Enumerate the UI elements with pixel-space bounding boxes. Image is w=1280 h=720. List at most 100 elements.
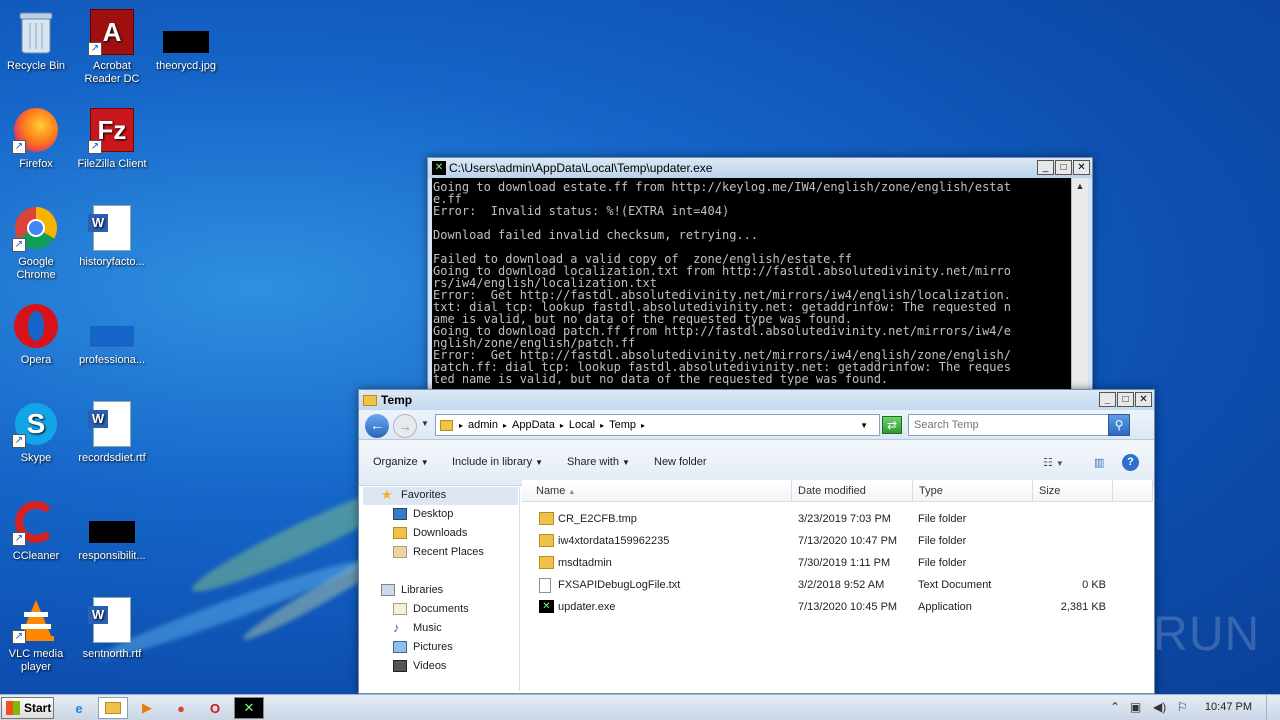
breadcrumb-item[interactable]: AppData: [512, 419, 555, 431]
taskbar-chrome-icon[interactable]: ●: [166, 697, 196, 719]
breadcrumb-item[interactable]: Local: [569, 419, 595, 431]
back-button[interactable]: ←: [365, 414, 389, 438]
file-name: iw4xtordata159962235: [558, 535, 670, 547]
refresh-button[interactable]: ⇄: [882, 416, 902, 434]
desktop-icon-recycle-bin[interactable]: Recycle Bin: [0, 8, 74, 73]
show-hidden-icons-icon[interactable]: ⌃: [1110, 700, 1120, 714]
desktop-icon-opera[interactable]: Opera: [0, 302, 74, 367]
address-bar: ← → ▼ ▸ admin ▸ AppData ▸ Local ▸ Temp ▸…: [359, 410, 1154, 440]
desktop-icon-recordsdiet[interactable]: W recordsdiet.rtf: [74, 400, 150, 465]
close-button[interactable]: ✕: [1135, 392, 1152, 407]
nav-downloads[interactable]: Downloads: [393, 527, 467, 539]
taskbar-media-player-icon[interactable]: ▶: [132, 697, 162, 719]
pictures-icon: [393, 641, 407, 653]
column-header-size[interactable]: Size: [1033, 480, 1113, 502]
address-dropdown-icon[interactable]: ▼: [860, 421, 868, 430]
desktop-icon-label: Firefox: [19, 158, 53, 170]
desktop-icon-label: Google Chrome: [16, 256, 56, 281]
column-header-date[interactable]: Date modified: [792, 480, 913, 502]
desktop-icon-chrome[interactable]: ↗ Google Chrome: [0, 204, 74, 282]
nav-pictures[interactable]: Pictures: [393, 641, 453, 653]
minimize-button[interactable]: _: [1099, 392, 1116, 407]
breadcrumb[interactable]: ▸ admin ▸ AppData ▸ Local ▸ Temp ▸ ▼: [435, 414, 880, 436]
preview-pane-icon[interactable]: ▥: [1094, 456, 1104, 469]
search-input[interactable]: [909, 415, 1104, 435]
anyrun-watermark: ANY RUN: [1038, 608, 1261, 661]
include-in-library-menu[interactable]: Include in library ▼: [452, 456, 543, 468]
console-titlebar[interactable]: ✕ C:\Users\admin\AppData\Local\Temp\upda…: [428, 158, 1092, 178]
action-center-flag-icon[interactable]: ⚐: [1177, 700, 1188, 714]
taskbar-opera-icon[interactable]: O: [200, 697, 230, 719]
nav-desktop[interactable]: Desktop: [393, 508, 453, 520]
nav-videos[interactable]: Videos: [393, 660, 446, 672]
explorer-window[interactable]: Temp _ □ ✕ ← → ▼ ▸ admin ▸ AppData ▸ Loc…: [358, 389, 1155, 694]
firefox-icon: ↗: [12, 106, 60, 154]
taskbar-console-icon[interactable]: ✕: [234, 697, 264, 719]
file-row[interactable]: iw4xtordata159962235 7/13/2020 10:47 PM …: [522, 530, 1152, 552]
acrobat-icon: A ↗: [88, 8, 136, 56]
recycle-bin-icon: [12, 8, 60, 56]
nav-libraries[interactable]: Libraries: [381, 584, 443, 596]
console-title: C:\Users\admin\AppData\Local\Temp\update…: [449, 161, 713, 175]
search-box[interactable]: ⚲: [908, 414, 1130, 436]
start-button[interactable]: Start: [1, 697, 54, 719]
column-header-extra[interactable]: [1113, 480, 1153, 502]
nav-recent-places[interactable]: Recent Places: [393, 546, 484, 558]
desktop-icon-label: Acrobat Reader DC: [84, 60, 140, 85]
desktop-icon-filezilla[interactable]: Fz ↗ FileZilla Client: [74, 106, 150, 171]
nav-documents[interactable]: Documents: [393, 603, 469, 615]
recent-pages-chevron-icon[interactable]: ▼: [421, 419, 429, 428]
maximize-button[interactable]: □: [1055, 160, 1072, 175]
music-icon: ♪: [393, 620, 400, 635]
desktop-icon-theorycd[interactable]: theorycd.jpg: [148, 8, 224, 73]
desktop-icon-professiona[interactable]: professiona...: [74, 302, 150, 367]
desktop-icon-acrobat[interactable]: A ↗ Acrobat Reader DC: [74, 8, 150, 86]
desktop-icon-label: recordsdiet.rtf: [78, 452, 146, 464]
desktop-icon-skype[interactable]: S ↗ Skype: [0, 400, 74, 465]
shortcut-arrow-icon: ↗: [12, 140, 26, 154]
search-icon[interactable]: ⚲: [1108, 414, 1130, 436]
scroll-up-arrow-icon[interactable]: ▲: [1072, 178, 1088, 194]
shortcut-arrow-icon: ↗: [12, 532, 26, 546]
nav-music[interactable]: ♪ Music: [393, 620, 442, 635]
show-desktop-button[interactable]: [1266, 695, 1280, 720]
file-name: msdtadmin: [558, 557, 612, 569]
text-file-icon: [539, 578, 551, 593]
maximize-button[interactable]: □: [1117, 392, 1134, 407]
file-row[interactable]: CR_E2CFB.tmp 3/23/2019 7:03 PM File fold…: [522, 508, 1152, 530]
taskbar-explorer-icon[interactable]: [98, 697, 128, 719]
nav-favorites[interactable]: ★ Favorites: [381, 488, 446, 501]
help-icon[interactable]: ?: [1122, 454, 1139, 471]
desktop-icon-responsibilit[interactable]: responsibilit...: [74, 498, 150, 563]
clock[interactable]: 10:47 PM: [1205, 701, 1252, 713]
desktop-icon-ccleaner[interactable]: ↗ CCleaner: [0, 498, 74, 563]
view-options-icon[interactable]: ☷ ▼: [1043, 456, 1064, 469]
console-window[interactable]: ✕ C:\Users\admin\AppData\Local\Temp\upda…: [427, 157, 1093, 392]
file-date: 3/23/2019 7:03 PM: [798, 513, 891, 525]
minimize-button[interactable]: _: [1037, 160, 1054, 175]
desktop-icon-vlc[interactable]: ↗ VLC media player: [0, 596, 74, 674]
windows-logo-icon: [6, 701, 20, 715]
console-output-area[interactable]: Going to download estate.ff from http://…: [432, 178, 1088, 391]
desktop-icon-historyfacto[interactable]: W historyfacto...: [74, 204, 150, 269]
file-row[interactable]: FXSAPIDebugLogFile.txt 3/2/2018 9:52 AM …: [522, 574, 1152, 596]
volume-icon[interactable]: ◀): [1153, 700, 1166, 714]
desktop-icon-sentnorth[interactable]: W sentnorth.rtf: [74, 596, 150, 661]
explorer-titlebar[interactable]: Temp _ □ ✕: [359, 390, 1154, 410]
network-icon[interactable]: ▣: [1130, 700, 1141, 714]
share-with-menu[interactable]: Share with ▼: [567, 456, 630, 468]
close-button[interactable]: ✕: [1073, 160, 1090, 175]
file-size: 0 KB: [1082, 579, 1106, 591]
forward-button[interactable]: →: [393, 414, 417, 438]
new-folder-button[interactable]: New folder: [654, 456, 707, 468]
breadcrumb-item[interactable]: Temp: [609, 419, 636, 431]
organize-menu[interactable]: Organize ▼: [373, 456, 429, 468]
desktop-icon-firefox[interactable]: ↗ Firefox: [0, 106, 74, 171]
column-header-type[interactable]: Type: [913, 480, 1033, 502]
column-header-name[interactable]: Name ▲: [522, 480, 792, 502]
console-scrollbar[interactable]: ▲: [1071, 178, 1088, 391]
file-row[interactable]: msdtadmin 7/30/2019 1:11 PM File folder: [522, 552, 1152, 574]
taskbar-ie-icon[interactable]: e: [64, 697, 94, 719]
skype-icon: S ↗: [12, 400, 60, 448]
breadcrumb-item[interactable]: admin: [468, 419, 498, 431]
